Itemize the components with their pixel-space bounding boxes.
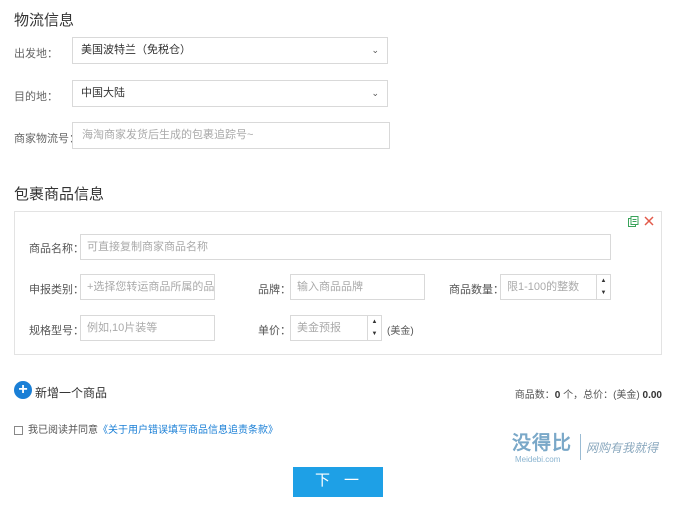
category-input[interactable]: +选择您转运商品所属的品类: [80, 274, 215, 300]
next-step-button[interactable]: 下一步: [293, 467, 383, 517]
origin-value: 美国波特兰（免税仓）: [81, 44, 191, 56]
item-name-input[interactable]: 可直接复制商家商品名称: [80, 234, 611, 260]
price-spinner[interactable]: ▲ ▼: [367, 316, 381, 340]
agree-prefix: 我已阅读并同意: [28, 425, 98, 436]
category-placeholder: +选择您转运商品所属的品类: [87, 281, 215, 293]
watermark: 没得比 Meidebi.com 网购有我就得: [512, 428, 698, 468]
price-unit: (美金): [387, 326, 414, 337]
category-label: 申报类别：: [29, 284, 84, 296]
add-item-button[interactable]: 新增一个商品: [35, 384, 107, 401]
item-name-label: 商品名称：: [29, 243, 84, 255]
spec-label: 规格型号：: [29, 325, 84, 337]
chevron-down-icon: ⌄: [371, 88, 379, 98]
origin-label: 出发地：: [14, 48, 58, 60]
price-label: 单价：: [258, 325, 291, 337]
package-item-panel: 商品名称： 可直接复制商家商品名称 申报类别： +选择您转运商品所属的品类 品牌…: [14, 211, 662, 355]
brand-input[interactable]: 输入商品品牌: [290, 274, 425, 300]
watermark-logo: 没得比: [512, 433, 573, 454]
destination-value: 中国大陆: [81, 87, 125, 99]
summary-count: 0: [554, 390, 561, 401]
origin-select[interactable]: 美国波特兰（免税仓） ⌄: [72, 37, 388, 64]
spec-input[interactable]: 例如,10片装等: [80, 315, 215, 341]
brand-placeholder: 输入商品品牌: [297, 281, 363, 293]
logistics-title: 物流信息: [14, 12, 75, 29]
agreement-row: 我已阅读并同意《关于用户错误填写商品信息追责条款》: [14, 421, 278, 436]
summary-total: 0.00: [642, 390, 662, 401]
quantity-label: 商品数量：: [449, 284, 504, 296]
quantity-placeholder: 限1-100的整数: [507, 281, 580, 293]
spin-down-icon[interactable]: ▼: [597, 287, 610, 299]
quantity-spinner[interactable]: ▲ ▼: [596, 275, 610, 299]
spin-up-icon[interactable]: ▲: [597, 275, 610, 287]
summary-count-unit: 个，总价：(美金): [563, 390, 640, 401]
add-item-icon[interactable]: +: [14, 381, 32, 399]
agree-checkbox[interactable]: [14, 425, 23, 435]
terms-link[interactable]: 《关于用户错误填写商品信息追责条款》: [98, 425, 278, 436]
price-placeholder: 美金预报: [297, 322, 341, 334]
watermark-slogan: 网购有我就得: [586, 441, 659, 455]
spec-placeholder: 例如,10片装等: [87, 322, 158, 334]
copy-icon[interactable]: [628, 216, 639, 227]
chevron-down-icon: ⌄: [371, 45, 379, 55]
tracking-label: 商家物流号：: [14, 133, 80, 145]
order-summary: 商品数：0 个，总价：(美金) 0.00: [515, 386, 662, 401]
quantity-stepper[interactable]: 限1-100的整数 ▲ ▼: [500, 274, 611, 300]
price-stepper[interactable]: 美金预报 ▲ ▼: [290, 315, 382, 341]
watermark-domain: Meidebi.com: [515, 455, 561, 464]
brand-label: 品牌：: [258, 284, 291, 296]
summary-count-prefix: 商品数：: [514, 390, 555, 401]
item-name-placeholder: 可直接复制商家商品名称: [87, 241, 208, 253]
spin-up-icon[interactable]: ▲: [368, 316, 381, 328]
close-icon[interactable]: [644, 216, 654, 226]
spin-down-icon[interactable]: ▼: [368, 328, 381, 340]
dest-label: 目的地：: [14, 91, 58, 103]
destination-select[interactable]: 中国大陆 ⌄: [72, 80, 388, 107]
package-title: 包裹商品信息: [14, 186, 105, 203]
tracking-input[interactable]: 海淘商家发货后生成的包裹追踪号~: [72, 122, 390, 149]
tracking-placeholder: 海淘商家发货后生成的包裹追踪号~: [82, 129, 254, 141]
watermark-divider: [580, 434, 581, 460]
